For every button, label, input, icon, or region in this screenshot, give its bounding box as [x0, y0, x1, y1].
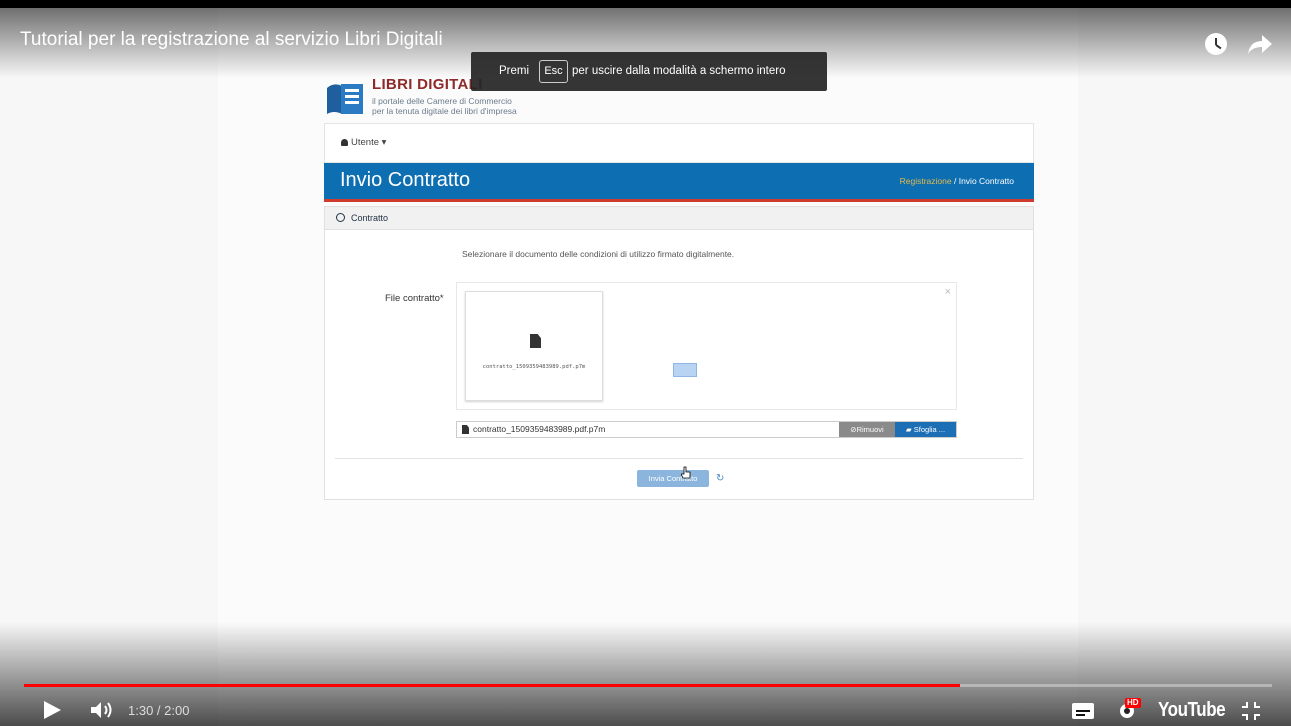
breadcrumb-link-registrazione[interactable]: Registrazione [900, 176, 952, 186]
esc-key: Esc [539, 60, 568, 83]
submit-contract-button[interactable]: Invia Contratto [637, 470, 709, 487]
remove-button-label: Rimuovi [856, 425, 884, 434]
panel-title: Contratto [351, 213, 389, 223]
user-menu-label: Utente [351, 137, 379, 148]
file-drop-zone[interactable]: × contratto_1509359483989.pdf.p7m [456, 282, 957, 410]
fullscreen-exit-toast: Premi Esc per uscire dalla modalità a sc… [471, 52, 827, 91]
file-icon [530, 334, 541, 348]
youtube-logo[interactable]: YouTube [1158, 699, 1226, 722]
video-frame[interactable]: LIBRI DIGITALI il portale delle Camere d… [0, 8, 1291, 726]
clock-icon[interactable] [1205, 33, 1227, 55]
toast-text-before: Premi [499, 65, 530, 77]
selection-marker [673, 363, 697, 377]
file-small-icon [462, 425, 469, 434]
remove-button[interactable]: ⊘Rimuovi [839, 422, 895, 437]
browse-button[interactable]: ▰ Sfoglia ... [895, 422, 956, 437]
caret-down-icon: ▾ [379, 137, 387, 148]
refresh-icon[interactable]: ↻ [716, 473, 724, 484]
books-logo-icon [327, 84, 363, 114]
play-icon[interactable] [44, 701, 61, 719]
file-preview-thumbnail[interactable]: contratto_1509359483989.pdf.p7m [465, 291, 603, 401]
progress-bar[interactable] [24, 684, 1272, 687]
page-title: Invio Contratto [340, 169, 471, 191]
user-icon [341, 139, 348, 146]
volume-icon[interactable] [90, 700, 116, 720]
file-input-group: contratto_1509359483989.pdf.p7m ⊘Rimuovi… [456, 421, 957, 438]
close-icon[interactable]: × [945, 286, 951, 298]
bottom-overlay-gradient [0, 622, 1291, 726]
breadcrumb: Registrazione / Invio Contratto [900, 176, 1014, 186]
video-title[interactable]: Tutorial per la registrazione al servizi… [20, 29, 443, 51]
user-bar: Utente ▾ [324, 123, 1034, 163]
exit-fullscreen-icon[interactable] [1240, 700, 1262, 722]
captions-icon[interactable] [1072, 703, 1094, 719]
hd-badge: HD [1125, 698, 1141, 708]
folder-open-icon: ▰ [905, 425, 914, 434]
instruction-text: Selezionare il documento delle condizion… [462, 249, 735, 259]
divider [335, 458, 1023, 459]
panel-header: Contratto [325, 207, 1033, 230]
breadcrumb-current: Invio Contratto [958, 176, 1014, 186]
time-display: 1:30 / 2:00 [128, 703, 190, 718]
logo-subtitle-line-2: per la tenuta digitale dei libri d'impre… [372, 106, 517, 116]
preview-filename: contratto_1509359483989.pdf.p7m [482, 364, 586, 370]
browse-button-label: Sfoglia ... [913, 425, 946, 434]
page-header: Invio Contratto Registrazione / Invio Co… [324, 163, 1034, 202]
progress-played [24, 684, 960, 687]
logo-title: LIBRI DIGITALI [372, 76, 483, 93]
hand-cursor-icon [681, 466, 691, 479]
share-icon[interactable] [1247, 33, 1273, 55]
breadcrumb-separator: / [953, 176, 957, 186]
file-name-field[interactable]: contratto_1509359483989.pdf.p7m [473, 424, 605, 434]
file-label: File contratto* [385, 293, 444, 304]
toast-text-after: per uscire dalla modalità a schermo inte… [572, 65, 786, 77]
logo-subtitle-line-1: il portale delle Camere di Commercio [372, 96, 512, 106]
user-menu[interactable]: Utente ▾ [341, 137, 386, 148]
contract-panel: Contratto Selezionare il documento delle… [324, 206, 1034, 500]
info-circle-icon [336, 213, 345, 222]
logo-subtitle: il portale delle Camere di Commercio per… [372, 96, 517, 116]
